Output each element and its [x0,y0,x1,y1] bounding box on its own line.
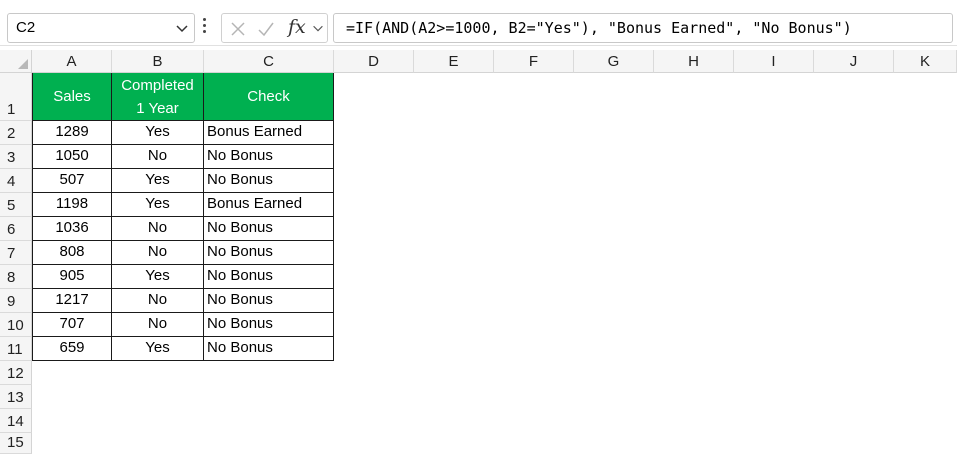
formula-bar-area: C2 fx =IF(AND(A2>=1000, B2="Yes"), "Bonu… [0,0,957,46]
insert-function-button[interactable]: fx [288,16,306,38]
column-header-h[interactable]: H [654,50,734,73]
table-cell-sales[interactable]: 507 [32,169,112,193]
worksheet-grid[interactable]: Sales Completed 1 Year Check 1289 Yes Bo… [32,73,957,454]
table-cell-completed[interactable]: No [112,217,204,241]
table-cell-completed[interactable]: No [112,313,204,337]
table-cell-completed[interactable]: Yes [112,193,204,217]
chevron-down-icon[interactable] [311,21,325,35]
table-cell-sales[interactable]: 1289 [32,121,112,145]
table-cell-sales[interactable]: 707 [32,313,112,337]
close-x-icon[interactable] [228,19,248,39]
header-completed-line1: Completed [121,76,194,94]
row-header-label: 3 [7,149,16,166]
column-header-b[interactable]: B [112,50,204,73]
table-cell-check[interactable]: Bonus Earned [204,121,334,145]
table-cell-check[interactable]: Bonus Earned [204,193,334,217]
row-header-label: 11 [7,341,23,358]
table-cell-completed[interactable]: No [112,145,204,169]
header-cell-sales[interactable]: Sales [32,73,112,121]
table-cell-check[interactable]: No Bonus [204,241,334,265]
select-all-triangle-icon [18,59,28,69]
column-header-c[interactable]: C [204,50,334,73]
column-headers: A B C D E F G H I J K [32,50,957,73]
more-options-icon[interactable] [203,17,207,35]
table-cell-completed[interactable]: No [112,241,204,265]
table-cell-check[interactable]: No Bonus [204,169,334,193]
row-header-1[interactable]: 1 [0,73,32,121]
table-cell-completed[interactable]: Yes [112,337,204,361]
row-header-13[interactable]: 13 [0,385,32,409]
table-cell-sales[interactable]: 1217 [32,289,112,313]
table-cell-check[interactable]: No Bonus [204,313,334,337]
select-all-button[interactable] [0,50,32,73]
header-cell-check[interactable]: Check [204,73,334,121]
row-header-3[interactable]: 3 [0,145,32,169]
column-header-k[interactable]: K [894,50,957,73]
row-header-12[interactable]: 12 [0,361,32,385]
formula-text[interactable]: =IF(AND(A2>=1000, B2="Yes"), "Bonus Earn… [346,19,852,37]
row-header-4[interactable]: 4 [0,169,32,193]
row-header-label: 12 [7,365,24,382]
row-header-label: 4 [7,173,16,190]
row-header-label: 8 [7,269,16,286]
row-header-9[interactable]: 9 [0,289,32,313]
row-header-label: 14 [7,413,24,430]
row-header-label: 1 [7,101,16,118]
table-cell-check[interactable]: No Bonus [204,265,334,289]
formula-input[interactable]: =IF(AND(A2>=1000, B2="Yes"), "Bonus Earn… [333,13,953,43]
table-cell-completed[interactable]: Yes [112,169,204,193]
table-cell-check[interactable]: No Bonus [204,217,334,241]
table-cell-completed[interactable]: No [112,289,204,313]
row-header-14[interactable]: 14 [0,409,32,433]
table-cell-sales[interactable]: 1036 [32,217,112,241]
column-header-a[interactable]: A [32,50,112,73]
row-header-2[interactable]: 2 [0,121,32,145]
table-cell-check[interactable]: No Bonus [204,145,334,169]
row-header-7[interactable]: 7 [0,241,32,265]
column-header-d[interactable]: D [334,50,414,73]
chevron-down-icon[interactable] [174,20,190,36]
table-cell-sales[interactable]: 808 [32,241,112,265]
row-header-label: 7 [7,245,16,262]
row-header-11[interactable]: 11 [0,337,32,361]
table-cell-sales[interactable]: 659 [32,337,112,361]
column-header-e[interactable]: E [414,50,494,73]
table-cell-sales[interactable]: 1198 [32,193,112,217]
header-cell-completed[interactable]: Completed 1 Year [112,73,204,121]
header-completed-line2: 1 Year [136,99,179,117]
column-header-i[interactable]: I [734,50,814,73]
row-header-label: 6 [7,221,16,238]
row-header-label: 2 [7,125,16,142]
name-box-value[interactable]: C2 [16,19,35,36]
checkmark-icon[interactable] [256,19,276,39]
name-box[interactable]: C2 [7,13,195,43]
row-header-5[interactable]: 5 [0,193,32,217]
table-cell-check[interactable]: No Bonus [204,337,334,361]
table-cell-sales[interactable]: 1050 [32,145,112,169]
row-header-label: 5 [7,197,16,214]
table-cell-sales[interactable]: 905 [32,265,112,289]
row-header-10[interactable]: 10 [0,313,32,337]
row-header-label: 10 [7,317,24,334]
table-cell-completed[interactable]: Yes [112,265,204,289]
row-header-label: 15 [7,434,24,451]
column-header-f[interactable]: F [494,50,574,73]
row-header-15[interactable]: 15 [0,433,32,454]
row-header-8[interactable]: 8 [0,265,32,289]
column-header-j[interactable]: J [814,50,894,73]
row-header-6[interactable]: 6 [0,217,32,241]
table-cell-check[interactable]: No Bonus [204,289,334,313]
row-header-label: 13 [7,389,24,406]
formula-controls: fx [221,13,328,43]
table-cell-completed[interactable]: Yes [112,121,204,145]
column-header-g[interactable]: G [574,50,654,73]
row-header-label: 9 [7,293,16,310]
